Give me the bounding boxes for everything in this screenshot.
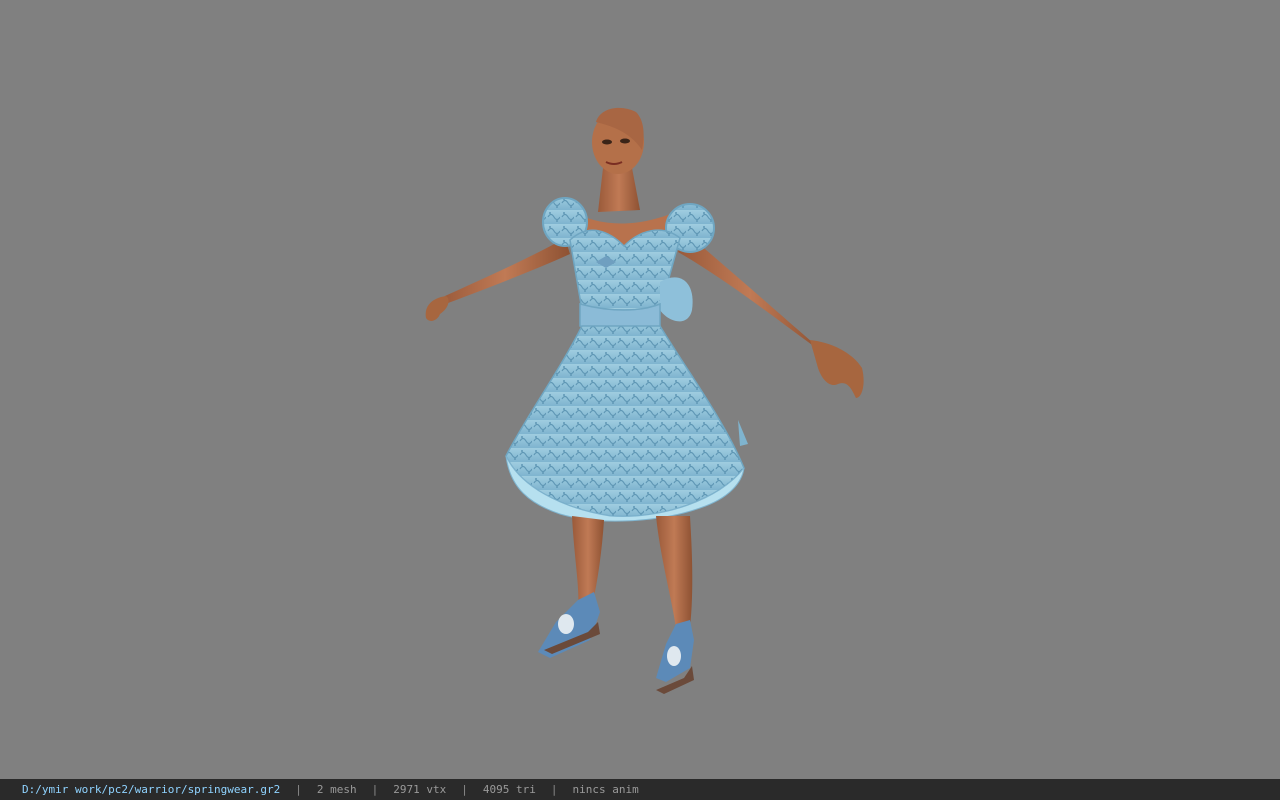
right-arm (678, 232, 864, 398)
back-bow (660, 277, 693, 322)
head (592, 107, 644, 174)
status-bar: D:/ymir work/pc2/warrior/springwear.gr2 … (0, 779, 1280, 800)
left-leg (572, 516, 604, 606)
vertex-count: 2971 vtx (393, 783, 447, 796)
triangle-count: 4095 tri (482, 783, 536, 796)
neck (598, 168, 640, 212)
separator: | (461, 783, 468, 796)
animation-status: nincs anim (572, 783, 639, 796)
skirt (505, 325, 745, 518)
file-path: D:/ymir work/pc2/warrior/springwear.gr2 (22, 783, 281, 796)
separator: | (295, 783, 302, 796)
right-leg (656, 516, 693, 628)
separator: | (550, 783, 558, 796)
right-shoe (656, 620, 694, 694)
character-model (425, 107, 864, 694)
mesh-count: 2 mesh (316, 783, 357, 796)
separator: | (371, 783, 379, 796)
left-shoe (538, 592, 600, 658)
3d-viewport[interactable] (0, 0, 1280, 779)
left-arm (425, 238, 570, 321)
